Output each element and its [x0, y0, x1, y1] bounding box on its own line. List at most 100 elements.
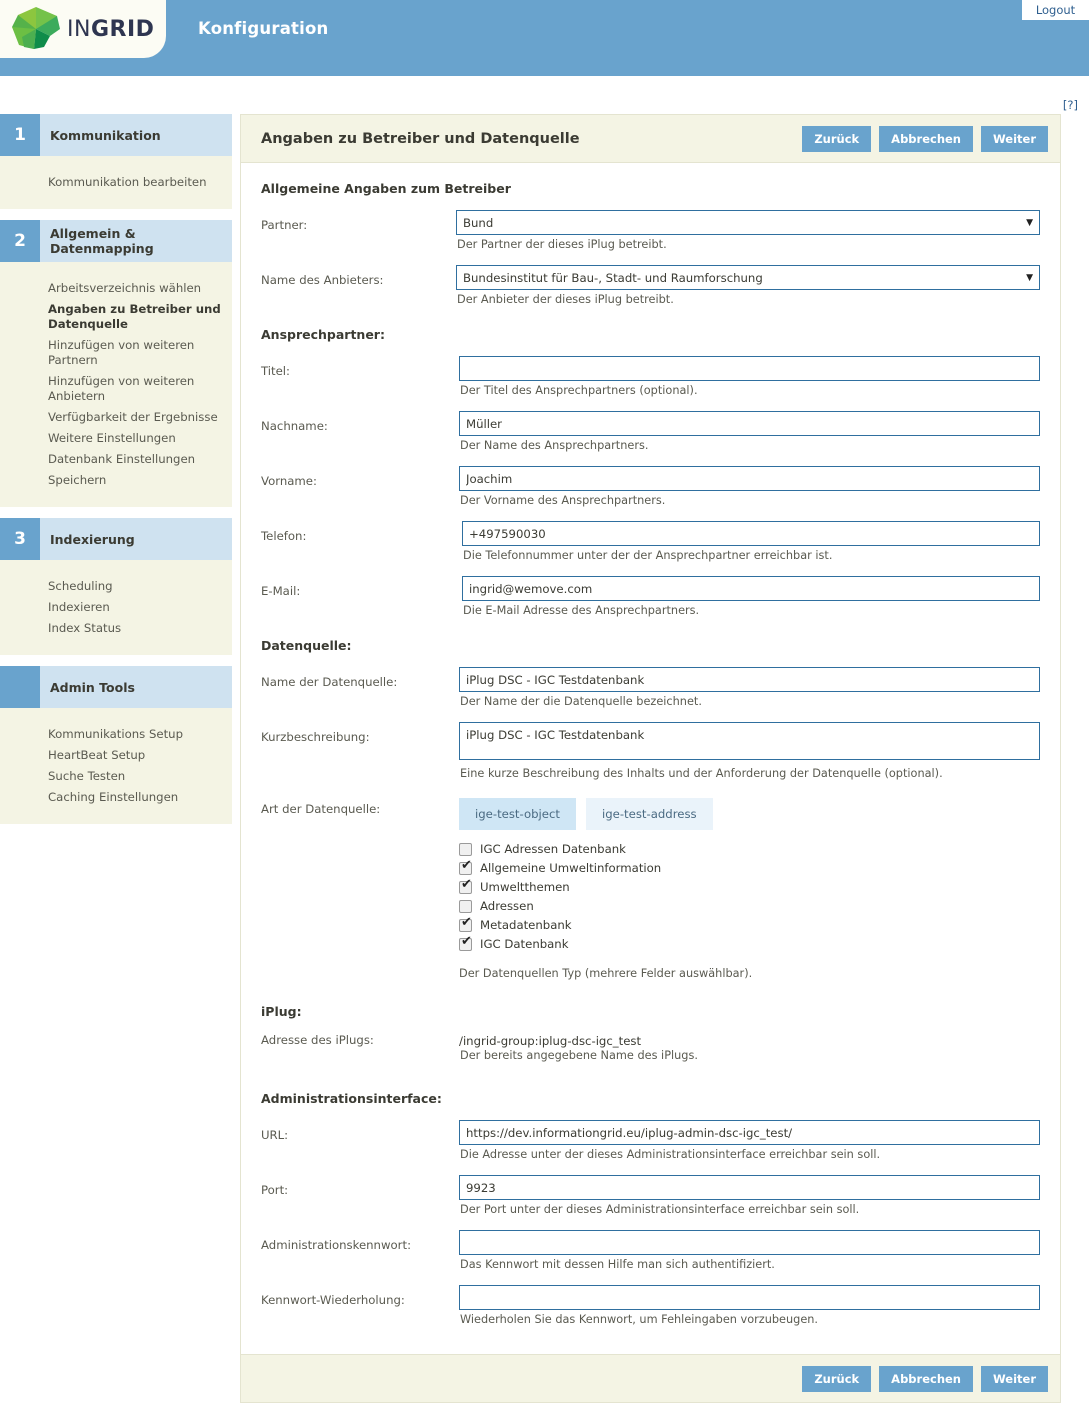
sidebar-item-list: Arbeitsverzeichnis wählen Angaben zu Betr… — [0, 262, 232, 507]
checkbox-umweltthemen[interactable] — [459, 878, 473, 894]
sidebar-item-hinzuf-gen-von-weiteren-anbietern[interactable]: Hinzufügen von weiteren Anbietern — [0, 371, 232, 407]
sidebar-item-hinzuf-gen-von-weiteren-partnern[interactable]: Hinzufügen von weiteren Partnern — [0, 335, 232, 371]
section-heading-iplug: iPlug: — [261, 1004, 302, 1019]
password-repeat-input[interactable] — [459, 1285, 1040, 1310]
sidebar-item-kommunikations-setup[interactable]: Kommunikations Setup — [0, 724, 232, 745]
hint-lastname: Der Name des Ansprechpartners. — [460, 439, 649, 452]
checkbox-adressen[interactable] — [459, 899, 472, 913]
checkbox-row[interactable]: Umweltthemen — [459, 878, 1040, 894]
sidebar-item-label: Kommunikation bearbeiten — [48, 175, 207, 189]
next-button-bottom[interactable]: Weiter — [981, 1365, 1048, 1392]
hint-password-repeat: Wiederholen Sie das Kennwort, um Fehlein… — [460, 1313, 819, 1326]
lastname-input[interactable] — [459, 411, 1040, 436]
phone-input[interactable] — [462, 521, 1040, 546]
section-heading-contact: Ansprechpartner: — [261, 327, 385, 342]
field-row-iplug-address: Adresse des iPlugs: /ingrid-group:iplug-… — [261, 1033, 1040, 1073]
email-input[interactable] — [462, 576, 1040, 601]
sidebar: 1 Kommunikation Kommunikation bearbeiten 2 A… — [0, 114, 240, 824]
sidebar-group-number: 1 — [0, 114, 40, 156]
hint-iplug-address: Der bereits angegebene Name des iPlugs. — [460, 1049, 698, 1062]
sidebar-item-list: Scheduling Indexieren Index Status — [0, 560, 232, 655]
next-button-top[interactable]: Weiter — [981, 125, 1048, 152]
tab-ige-test-address[interactable]: ige-test-address — [585, 798, 713, 830]
logout-link[interactable]: Logout — [1036, 3, 1075, 17]
checkbox-igc-adressen-datenbank[interactable] — [459, 842, 472, 856]
checkbox-metadatenbank[interactable] — [459, 916, 473, 932]
checkbox-allgemeine-umweltinformation[interactable] — [459, 859, 473, 875]
panel-body: Allgemeine Angaben zum Betreiber Partner… — [241, 163, 1060, 1354]
sidebar-divider — [0, 209, 240, 220]
sidebar-group-label: Kommunikation — [50, 127, 161, 143]
url-input[interactable] — [459, 1120, 1040, 1145]
checkbox-row[interactable]: Adressen — [459, 899, 1040, 913]
cancel-button-bottom[interactable]: Abbrechen — [879, 1365, 973, 1392]
label-ds-name: Name der Datenquelle: — [261, 675, 398, 689]
provider-select-wrap: Bundesinstitut für Bau-, Stadt- und Raum… — [456, 265, 1040, 290]
checkbox-row[interactable]: Metadatenbank — [459, 916, 1040, 932]
sidebar-group-header[interactable]: 2 Allgemein & Datenmapping — [0, 220, 232, 262]
checkbox-row[interactable]: Allgemeine Umweltinformation — [459, 859, 1040, 875]
sidebar-item-suche-testen[interactable]: Suche Testen — [0, 766, 232, 787]
label-firstname: Vorname: — [261, 474, 317, 488]
tab-ige-test-object[interactable]: ige-test-object — [459, 798, 576, 830]
sidebar-item-datenbank-einstellungen[interactable]: Datenbank Einstellungen — [0, 449, 232, 470]
help-link[interactable]: [?] — [1063, 98, 1078, 112]
logo-wordmark: INGRID — [67, 17, 154, 42]
sidebar-group-number — [0, 666, 40, 708]
sidebar-group-header[interactable]: Admin Tools — [0, 666, 232, 708]
label-email: E-Mail: — [261, 584, 301, 598]
port-input[interactable] — [459, 1175, 1040, 1200]
sidebar-item-heartbeat-setup[interactable]: HeartBeat Setup — [0, 745, 232, 766]
sidebar-item-label: Scheduling — [48, 579, 113, 593]
sidebar-group-label: Allgemein & Datenmapping — [50, 226, 154, 256]
sidebar-item-label: Verfügbarkeit der Ergebnisse — [48, 410, 218, 424]
admin-password-input[interactable] — [459, 1230, 1040, 1255]
back-button-bottom[interactable]: Zurück — [802, 1365, 872, 1392]
hint-phone: Die Telefonnummer unter der der Ansprech… — [463, 549, 833, 562]
panel-footer-bar: Zurück Abbrechen Weiter — [241, 1354, 1060, 1402]
sidebar-item-caching-einstellungen[interactable]: Caching Einstellungen — [0, 787, 232, 808]
logo-text-grid: GRID — [90, 16, 155, 42]
checkbox-label: IGC Adressen Datenbank — [480, 842, 626, 856]
sidebar-item-angaben-zu-betreiber-und-datenquelle[interactable]: Angaben zu Betreiber und Datenquelle — [0, 299, 232, 335]
checkbox-row[interactable]: IGC Adressen Datenbank — [459, 842, 1040, 856]
label-provider: Name des Anbieters: — [261, 273, 384, 287]
sidebar-divider — [0, 507, 240, 518]
back-button-top[interactable]: Zurück — [802, 125, 872, 152]
hint-ds-name: Der Name der die Datenquelle bezeichnet. — [460, 695, 702, 708]
field-row-url: URL: Die Adresse unter der dieses Admini… — [261, 1120, 1040, 1172]
field-row-password-repeat: Kennwort-Wiederholung: Wiederholen Sie d… — [261, 1285, 1040, 1337]
sidebar-group-header[interactable]: 3 Indexierung — [0, 518, 232, 560]
checkbox-row[interactable]: IGC Datenbank — [459, 935, 1040, 951]
panel-bottom-actions: Zurück Abbrechen Weiter — [802, 1365, 1048, 1392]
sidebar-item-indexieren[interactable]: Indexieren — [0, 597, 232, 618]
sidebar-item-kommunikation-bearbeiten[interactable]: Kommunikation bearbeiten — [0, 172, 232, 193]
sidebar-item-index-status[interactable]: Index Status — [0, 618, 232, 639]
sidebar-item-scheduling[interactable]: Scheduling — [0, 576, 232, 597]
partner-select[interactable]: Bund — [456, 210, 1040, 235]
ds-name-input[interactable] — [459, 667, 1040, 692]
sidebar-group: 3 Indexierung Scheduling Indexieren Index St… — [0, 518, 232, 655]
sidebar-item-label: Arbeitsverzeichnis wählen — [48, 281, 202, 295]
sidebar-group-number: 2 — [0, 220, 40, 262]
checkbox-label: Adressen — [480, 899, 534, 913]
sidebar-item-arbeitsverzeichnis-w-hlen[interactable]: Arbeitsverzeichnis wählen — [0, 278, 232, 299]
sidebar-item-verf-gbarkeit-der-ergebnisse[interactable]: Verfügbarkeit der Ergebnisse — [0, 407, 232, 428]
checkbox-label: IGC Datenbank — [480, 937, 569, 951]
provider-select[interactable]: Bundesinstitut für Bau-, Stadt- und Raum… — [456, 265, 1040, 290]
field-row-firstname: Vorname: Der Vorname des Ansprechpartner… — [261, 466, 1040, 518]
field-row-title: Titel: Der Titel des Ansprechpartners (o… — [261, 356, 1040, 408]
sidebar-item-label: Indexieren — [48, 600, 110, 614]
sidebar-item-weitere-einstellungen[interactable]: Weitere Einstellungen — [0, 428, 232, 449]
title-input[interactable] — [459, 356, 1040, 381]
label-password-repeat: Kennwort-Wiederholung: — [261, 1293, 405, 1307]
ds-desc-textarea[interactable] — [459, 722, 1040, 760]
label-url: URL: — [261, 1128, 289, 1142]
sidebar-item-speichern[interactable]: Speichern — [0, 470, 232, 491]
firstname-input[interactable] — [459, 466, 1040, 491]
sidebar-item-label: Kommunikations Setup — [48, 727, 183, 741]
sidebar-group-header[interactable]: 1 Kommunikation — [0, 114, 232, 156]
checkbox-igc-datenbank[interactable] — [459, 935, 473, 951]
checkbox-label: Allgemeine Umweltinformation — [480, 861, 662, 875]
cancel-button-top[interactable]: Abbrechen — [879, 125, 973, 152]
